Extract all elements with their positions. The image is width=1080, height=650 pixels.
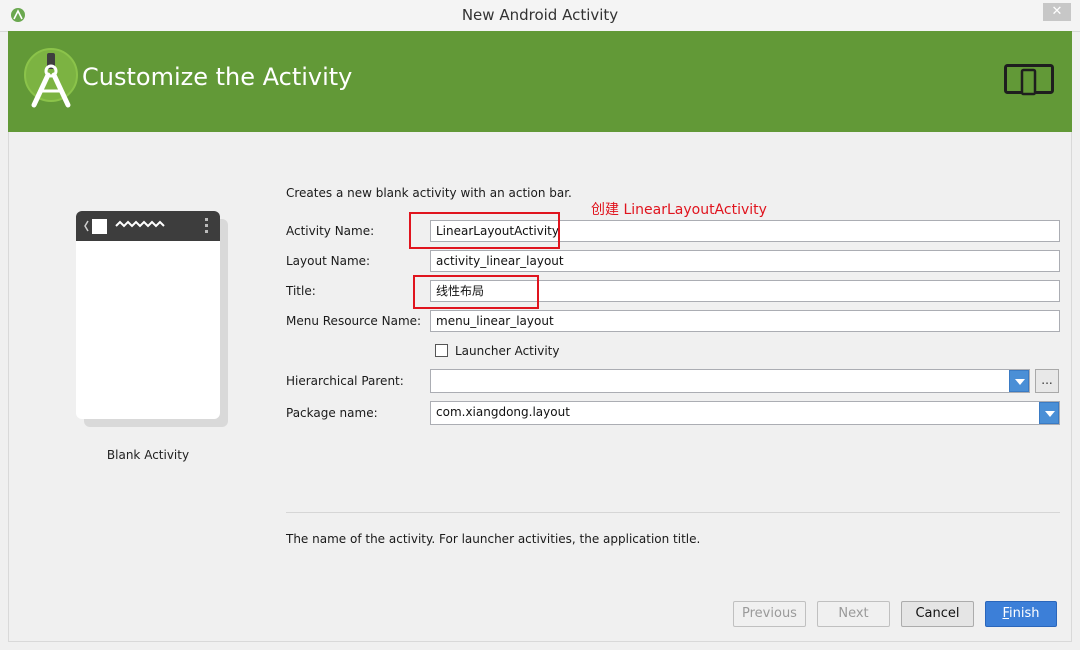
previous-button[interactable]: Previous — [733, 601, 806, 627]
template-name: Blank Activity — [106, 448, 190, 462]
preview-phone — [76, 211, 220, 419]
menu-resource-label: Menu Resource Name: — [286, 314, 422, 328]
title-label: Title: — [286, 284, 316, 298]
menu-resource-field[interactable]: menu_linear_layout — [430, 310, 1060, 332]
layout-name-label: Layout Name: — [286, 254, 371, 268]
finish-button[interactable]: Finish — [985, 601, 1057, 627]
template-description: Creates a new blank activity with an act… — [286, 186, 572, 200]
preview-action-bar — [76, 211, 220, 241]
finish-label-rest: inish — [1009, 606, 1040, 621]
annotation-box-title — [413, 275, 539, 309]
hierarchical-parent-dropdown[interactable] — [1009, 370, 1029, 392]
layout-name-field[interactable]: activity_linear_layout — [430, 250, 1060, 272]
separator — [286, 512, 1060, 513]
cancel-button[interactable]: Cancel — [901, 601, 974, 627]
activity-name-label: Activity Name: — [286, 224, 375, 238]
page-title: Customize the Activity — [82, 63, 353, 91]
android-studio-logo — [24, 48, 78, 108]
hierarchical-parent-field[interactable] — [430, 369, 1030, 393]
wizard-header: Customize the Activity — [8, 31, 1072, 132]
annotation-text: 创建 LinearLayoutActivity — [591, 202, 767, 218]
annotation-box-activity-name — [409, 212, 560, 249]
browse-parent-button[interactable]: ... — [1035, 369, 1059, 393]
package-name-dropdown[interactable] — [1039, 402, 1059, 424]
preview-app-icon — [92, 219, 107, 234]
package-name-label: Package name: — [286, 406, 378, 420]
hierarchical-parent-label: Hierarchical Parent: — [286, 374, 404, 388]
package-name-field[interactable]: com.xiangdong.layout — [430, 401, 1060, 425]
phone-overflow-icon — [205, 218, 208, 233]
launcher-activity-label: Launcher Activity — [455, 344, 560, 358]
close-button[interactable]: ✕ — [1043, 3, 1071, 21]
next-button[interactable]: Next — [817, 601, 890, 627]
phone-tablet-icon — [1004, 64, 1054, 96]
launcher-activity-checkbox[interactable] — [435, 344, 448, 357]
help-text: The name of the activity. For launcher a… — [286, 532, 701, 546]
window-titlebar: New Android Activity ✕ — [0, 0, 1080, 32]
preview-title-squiggle — [115, 220, 165, 228]
activity-preview — [76, 211, 228, 427]
window-title: New Android Activity — [461, 6, 619, 24]
